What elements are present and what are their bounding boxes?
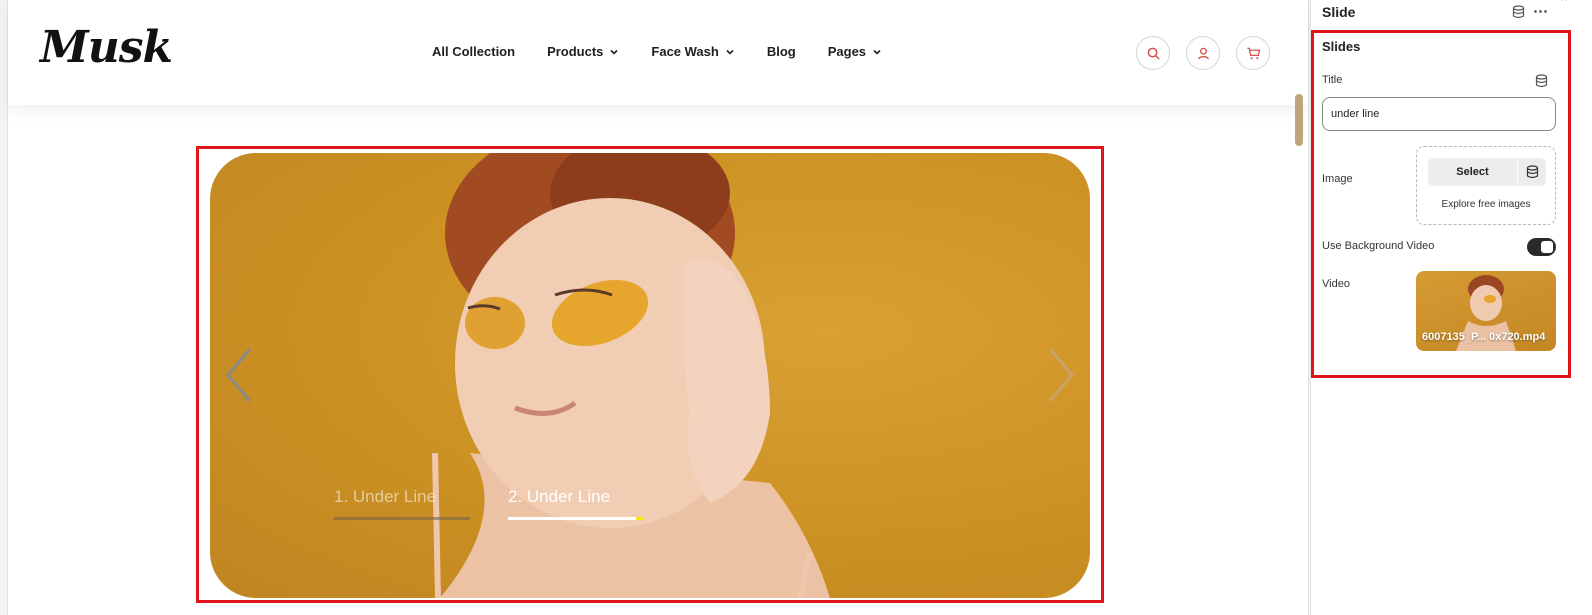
store-header: Musk All Collection Products Face Wash B… xyxy=(8,0,1308,105)
database-icon xyxy=(1526,165,1538,179)
video-filename: 6007135_P... 0x720.mp4 xyxy=(1422,331,1546,343)
title-field-label: Title xyxy=(1322,74,1343,86)
preview-scrollbar[interactable] xyxy=(1295,94,1303,146)
header-icons xyxy=(1136,36,1270,70)
nav-item-pages[interactable]: Pages xyxy=(828,44,882,59)
nav-label: Face Wash xyxy=(651,44,719,59)
nav-label: Products xyxy=(547,44,604,59)
video-field-label: Video xyxy=(1322,278,1350,290)
slide-tab-label: 2. Under Line xyxy=(508,487,611,506)
slide-tab-1[interactable]: 1. Under Line xyxy=(334,487,470,520)
user-icon xyxy=(1197,47,1209,59)
image-source-button[interactable] xyxy=(1518,158,1546,186)
nav-item-blog[interactable]: Blog xyxy=(767,44,796,59)
nav-item-all-collection[interactable]: All Collection xyxy=(432,44,515,59)
account-button[interactable] xyxy=(1186,36,1220,70)
cart-icon xyxy=(1246,47,1260,59)
panel-header: Slide ⋯ ⌃ xyxy=(1311,0,1592,24)
chevron-down-icon xyxy=(610,49,618,55)
image-picker: Select Explore free images xyxy=(1416,146,1556,225)
cart-button[interactable] xyxy=(1236,36,1270,70)
next-slide-arrow-icon[interactable] xyxy=(1044,345,1078,405)
nav-label: Pages xyxy=(827,44,867,59)
explore-free-images-link[interactable]: Explore free images xyxy=(1417,199,1555,210)
more-options-icon[interactable]: ⋯ xyxy=(1533,2,1549,20)
search-icon xyxy=(1147,47,1160,60)
search-button[interactable] xyxy=(1136,36,1170,70)
chevron-down-icon xyxy=(873,49,881,55)
video-thumbnail[interactable]: 6007135_P... 0x720.mp4 xyxy=(1416,271,1556,351)
background-video-toggle[interactable] xyxy=(1527,238,1556,256)
toggle-knob xyxy=(1541,241,1553,253)
panel-title: Slide xyxy=(1322,4,1356,20)
settings-panel: Slide ⋯ ⌃ Slides Title Image Select Expl… xyxy=(1310,0,1592,615)
nav-item-face-wash[interactable]: Face Wash xyxy=(651,44,734,59)
prev-slide-arrow-icon[interactable] xyxy=(222,345,256,405)
slide-tab-progress-fill xyxy=(635,517,644,520)
slide-tabs: 1. Under Line 2. Under Line xyxy=(334,487,644,520)
image-field-label: Image xyxy=(1322,173,1353,185)
background-video-label: Use Background Video xyxy=(1322,240,1435,252)
hero-slider[interactable]: 1. Under Line 2. Under Line xyxy=(210,153,1090,598)
main-nav: All Collection Products Face Wash Blog P… xyxy=(432,44,882,59)
slide-tab-progress xyxy=(508,517,644,520)
nav-label: All Collection xyxy=(432,44,516,59)
slide-tab-2[interactable]: 2. Under Line xyxy=(508,487,644,520)
chevron-down-icon xyxy=(726,49,734,55)
database-icon[interactable] xyxy=(1535,74,1548,88)
store-preview: Musk All Collection Products Face Wash B… xyxy=(0,0,1322,615)
store-logo[interactable]: Musk xyxy=(40,22,173,73)
database-icon[interactable] xyxy=(1512,5,1525,19)
slides-section-label: Slides xyxy=(1322,39,1361,54)
nav-item-products[interactable]: Products xyxy=(547,44,619,59)
slide-tab-progress xyxy=(334,517,470,520)
title-input[interactable] xyxy=(1322,97,1556,131)
chevron-up-icon[interactable]: ⌃ xyxy=(1559,0,1568,9)
slide-tab-label: 1. Under Line xyxy=(334,487,437,506)
nav-label: Blog xyxy=(766,44,796,59)
select-image-button[interactable]: Select xyxy=(1428,158,1517,186)
hero-model-image xyxy=(432,153,830,598)
